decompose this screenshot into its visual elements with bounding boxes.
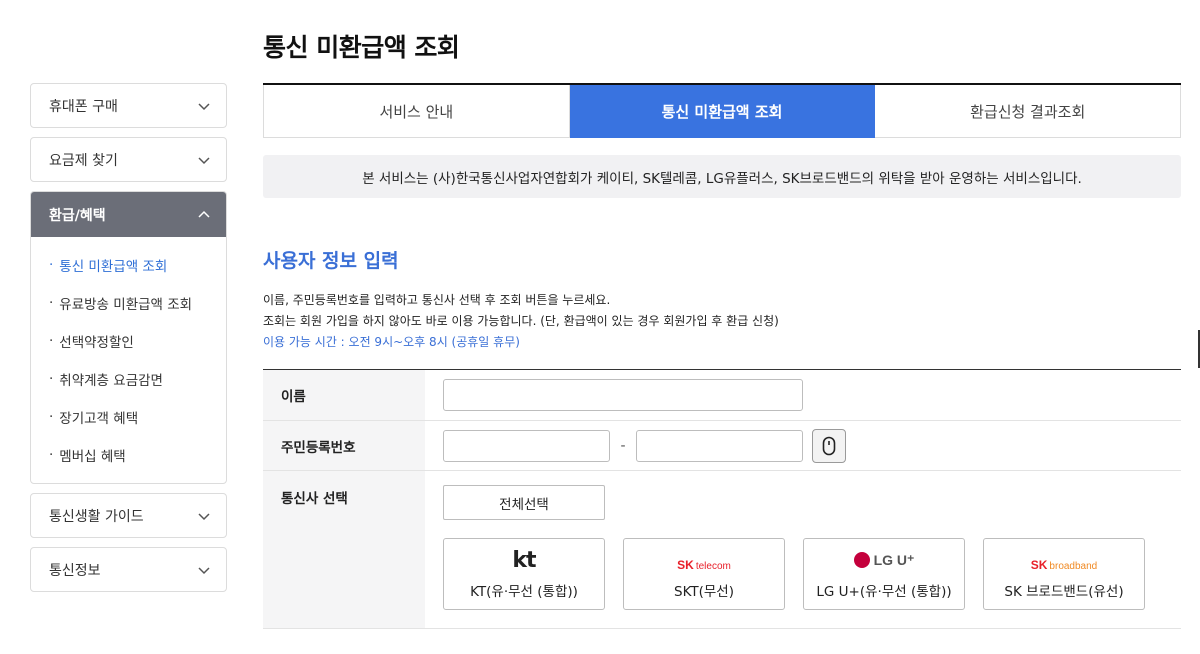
tab-refund-lookup[interactable]: 통신 미환급액 조회 xyxy=(569,85,876,138)
kt-logo: kt xyxy=(512,547,536,573)
tab-service-info[interactable]: 서비스 안내 xyxy=(263,85,570,138)
sidebar-item-label: 취약계층 요금감면 xyxy=(59,373,163,389)
form-row-rrn: 주민등록번호 - xyxy=(263,421,1181,471)
sidebar-item-label: 멤버십 혜택 xyxy=(59,449,126,465)
sidebar-group-label: 환급/혜택 xyxy=(49,207,106,224)
sidebar-menu-telecom-guide[interactable]: 통신생활 가이드 xyxy=(30,493,227,538)
lg-circle-icon xyxy=(853,552,870,568)
carrier-label-kt: KT(유·무선 (통합)) xyxy=(470,584,578,600)
sidebar-group-refund-benefits: 환급/혜택 · 통신 미환급액 조회 · 유료방송 미환급액 조회 · 선택약정할인 … xyxy=(30,191,227,484)
sidebar-item-label: 선택약정할인 xyxy=(59,335,134,351)
bullet-icon: · xyxy=(49,447,54,463)
carrier-option-lgu[interactable]: LG U⁺ LG U+(유·무선 (통합)) xyxy=(803,538,965,610)
bullet-icon: · xyxy=(49,409,54,425)
rrn-label: 주민등록번호 xyxy=(263,421,425,470)
sidebar-menu-plan-search[interactable]: 요금제 찾기 xyxy=(30,137,227,182)
chevron-up-icon xyxy=(198,210,210,218)
sidebar-item-telecom-refund[interactable]: · 통신 미환급액 조회 xyxy=(31,246,226,284)
sidebar-menu-label: 통신생활 가이드 xyxy=(49,508,144,525)
available-hours: 이용 가능 시간 : 오전 9시~오후 8시 (공휴일 휴무) xyxy=(263,335,520,349)
sidebar-item-label: 통신 미환급액 조회 xyxy=(59,259,168,275)
sidebar-item-label: 장기고객 혜택 xyxy=(59,411,139,427)
sidebar-submenu: · 통신 미환급액 조회 · 유료방송 미환급액 조회 · 선택약정할인 · 취약계층 … xyxy=(31,237,226,483)
user-info-form: 이름 주민등록번호 - 통신사 선택 전체선택 kt KT(유·무선 (통합))… xyxy=(263,369,1181,629)
sidebar: 휴대폰 구매 요금제 찾기 환급/혜택 · 통신 미환급액 조회 · 유료방송 미환… xyxy=(30,83,227,601)
chevron-down-icon xyxy=(198,512,210,520)
bullet-icon: · xyxy=(49,333,54,349)
carrier-label: 통신사 선택 xyxy=(263,471,425,628)
sidebar-menu-label: 휴대폰 구매 xyxy=(49,98,118,115)
carrier-label-lgu: LG U+(유·무선 (통합)) xyxy=(816,584,952,600)
secure-keypad-button[interactable] xyxy=(812,428,846,463)
sidebar-group-header[interactable]: 환급/혜택 xyxy=(31,192,226,237)
sk-broadband-logo: SK broadband xyxy=(1030,558,1098,572)
form-row-name: 이름 xyxy=(263,370,1181,421)
sidebar-menu-label: 요금제 찾기 xyxy=(49,152,118,169)
sidebar-item-longterm-benefit[interactable]: · 장기고객 혜택 xyxy=(31,398,226,436)
bullet-icon: · xyxy=(49,257,54,273)
select-all-button[interactable]: 전체선택 xyxy=(443,485,605,520)
sidebar-item-membership-benefit[interactable]: · 멤버십 혜택 xyxy=(31,436,226,474)
instruction-line: 조회는 회원 가입을 하지 않아도 바로 이용 가능합니다. (단, 환급액이 … xyxy=(263,314,779,328)
sidebar-item-contract-discount[interactable]: · 선택약정할인 xyxy=(31,322,226,360)
carrier-option-kt[interactable]: kt KT(유·무선 (통합)) xyxy=(443,538,605,610)
carrier-option-skb[interactable]: SK broadband SK 브로드밴드(유선) xyxy=(983,538,1145,610)
bullet-icon: · xyxy=(49,371,54,387)
chevron-down-icon xyxy=(198,156,210,164)
chevron-down-icon xyxy=(198,566,210,574)
page-title: 통신 미환급액 조회 xyxy=(263,33,460,62)
sidebar-menu-telecom-info[interactable]: 통신정보 xyxy=(30,547,227,592)
sidebar-item-label: 유료방송 미환급액 조회 xyxy=(59,297,193,313)
chevron-down-icon xyxy=(198,102,210,110)
carrier-label-skt: SKT(무선) xyxy=(674,584,734,600)
name-input[interactable] xyxy=(443,379,803,411)
carrier-option-skt[interactable]: SK telecom SKT(무선) xyxy=(623,538,785,610)
sidebar-menu-label: 통신정보 xyxy=(49,562,101,579)
instruction-line: 이름, 주민등록번호를 입력하고 통신사 선택 후 조회 버튼을 누르세요. xyxy=(263,293,611,307)
form-row-carrier: 통신사 선택 전체선택 kt KT(유·무선 (통합)) SK telecom xyxy=(263,471,1181,629)
rrn-separator: - xyxy=(620,437,626,454)
carrier-options: kt KT(유·무선 (통합)) SK telecom SKT(무선) LG U… xyxy=(443,538,1145,610)
instructions: 이름, 주민등록번호를 입력하고 통신사 선택 후 조회 버튼을 누르세요. 조… xyxy=(263,290,779,353)
lg-uplus-logo: LG U⁺ xyxy=(853,548,914,572)
rrn-back-input[interactable] xyxy=(636,429,803,462)
bullet-icon: · xyxy=(49,295,54,311)
name-label: 이름 xyxy=(263,370,425,420)
tab-bar: 서비스 안내 통신 미환급액 조회 환급신청 결과조회 xyxy=(263,83,1182,138)
service-notice: 본 서비스는 (사)한국통신사업자연합회가 케이티, SK텔레콤, LG유플러스… xyxy=(263,155,1181,198)
sidebar-item-vulnerable-discount[interactable]: · 취약계층 요금감면 xyxy=(31,360,226,398)
carrier-label-skb: SK 브로드밴드(유선) xyxy=(1004,584,1124,600)
section-title: 사용자 정보 입력 xyxy=(263,250,399,272)
sidebar-menu-phone-purchase[interactable]: 휴대폰 구매 xyxy=(30,83,227,128)
mouse-icon xyxy=(822,436,836,455)
tab-refund-result[interactable]: 환급신청 결과조회 xyxy=(875,85,1182,138)
sk-telecom-logo: SK telecom xyxy=(677,558,731,572)
rrn-front-input[interactable] xyxy=(443,429,610,462)
sidebar-item-paytv-refund[interactable]: · 유료방송 미환급액 조회 xyxy=(31,284,226,322)
